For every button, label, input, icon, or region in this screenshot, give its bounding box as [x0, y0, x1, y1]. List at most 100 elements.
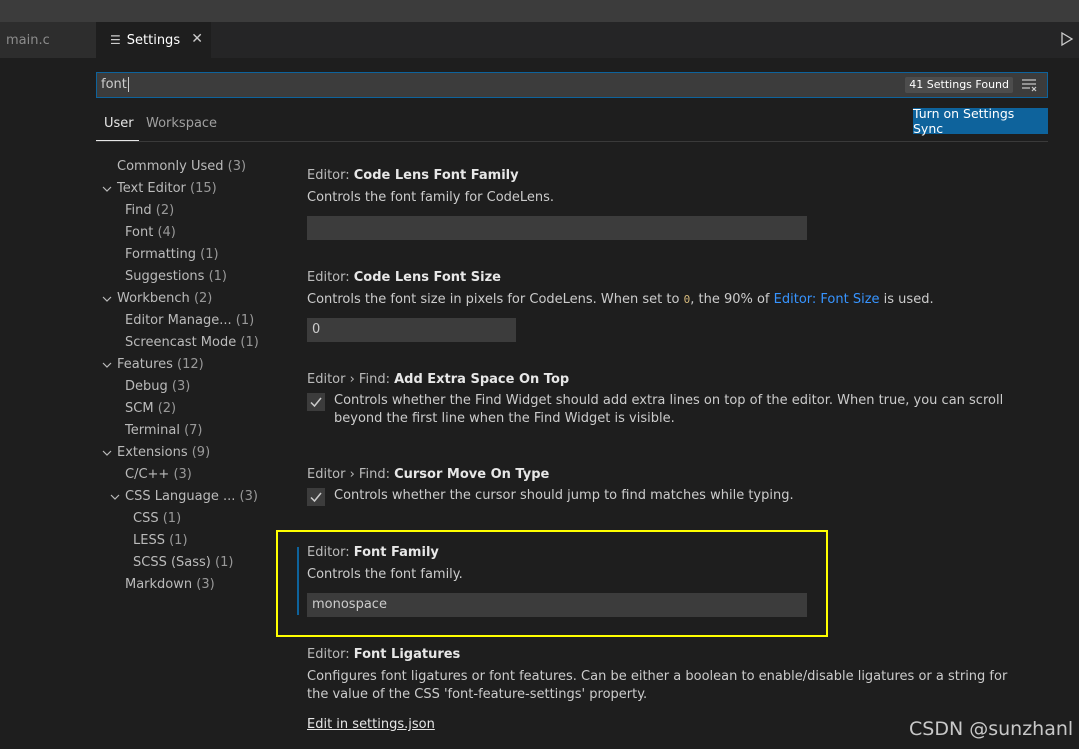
setting-name: Code Lens Font Size: [353, 270, 501, 285]
toc-count: (1): [162, 511, 182, 526]
toc-count: (1): [240, 335, 259, 350]
toc-item-extensions[interactable]: Extensions (9): [117, 442, 210, 464]
setting-category: Editor:: [307, 270, 354, 285]
toc-count: (3): [196, 577, 215, 592]
setting-title: Editor: Code Lens Font Size: [307, 270, 1027, 285]
search-input[interactable]: font: [101, 77, 801, 92]
setting-title: Editor: Font Ligatures: [307, 647, 1027, 662]
setting-name: Code Lens Font Family: [353, 168, 519, 183]
tab-user[interactable]: User: [104, 116, 134, 131]
settings-search-box[interactable]: font 41 Settings Found: [96, 72, 1048, 98]
setting-description: Configures font ligatures or font featur…: [307, 669, 1008, 702]
toc-label: Extensions: [117, 445, 188, 460]
toc-label: C/C++: [125, 467, 170, 482]
toc-label: SCSS (Sass): [133, 555, 211, 570]
setting-name: Cursor Move On Type: [394, 467, 550, 482]
toc-count: (3): [173, 467, 192, 482]
chevron-down-icon[interactable]: [102, 448, 112, 458]
toc-item-terminal[interactable]: Terminal (7): [125, 420, 203, 442]
results-count-badge: 41 Settings Found: [905, 77, 1013, 93]
filter-icon[interactable]: [1021, 78, 1037, 92]
setting-font-family: Editor: Font Family Controls the font fa…: [307, 545, 1027, 617]
tab-main-c-label: main.c: [6, 32, 50, 48]
watermark: CSDN @sunzhanl: [909, 718, 1074, 740]
tab-settings[interactable]: ☰ Settings ✕: [96, 22, 211, 58]
tab-main-c[interactable]: main.c: [0, 22, 96, 58]
tab-workspace[interactable]: Workspace: [146, 116, 217, 131]
font-family-input[interactable]: monospace: [307, 593, 807, 617]
toc-item-scm[interactable]: SCM (2): [125, 398, 176, 420]
extra-space-checkbox[interactable]: [307, 393, 325, 411]
toc-item-workbench[interactable]: Workbench (2): [117, 288, 212, 310]
setting-category: Editor:: [307, 168, 354, 183]
setting-description: Controls whether the Find Widget should …: [334, 393, 1004, 426]
toc-label: Formatting: [125, 247, 197, 262]
edit-in-settings-json-link[interactable]: Edit in settings.json: [307, 717, 435, 732]
codelens-font-size-input[interactable]: 0: [307, 318, 516, 342]
settings-sync-button[interactable]: Turn on Settings Sync: [913, 106, 1048, 136]
toc-item-suggestions[interactable]: Suggestions (1): [125, 266, 227, 288]
toc-label: Editor Manage...: [125, 313, 232, 328]
toc-label: Markdown: [125, 577, 193, 592]
toc-label: Text Editor: [117, 181, 186, 196]
setting-description: Controls the font family for CodeLens.: [307, 190, 555, 205]
toc-count: (2): [155, 203, 175, 218]
chevron-down-icon[interactable]: [102, 294, 112, 304]
chevron-down-icon[interactable]: [102, 360, 112, 370]
toc-label: Debug: [125, 379, 168, 394]
setting-category: Editor:: [307, 545, 354, 560]
toc-count: (2): [157, 401, 177, 416]
setting-name: Font Ligatures: [353, 647, 461, 662]
toc-count: (1): [235, 313, 255, 328]
setting-description: Controls the font family.: [307, 567, 463, 582]
toc-label: Find: [125, 203, 152, 218]
toc-label: Features: [117, 357, 173, 372]
run-icon[interactable]: [1059, 31, 1075, 47]
toc-item-features[interactable]: Features (12): [117, 354, 204, 376]
cursor-move-checkbox[interactable]: [307, 488, 325, 506]
toc-item-find[interactable]: Find (2): [125, 200, 174, 222]
text-cursor: [127, 77, 129, 92]
toc-label: Terminal: [125, 423, 180, 438]
toc-item-editor-management[interactable]: Editor Manage... (1): [125, 310, 254, 332]
check-icon: [310, 397, 322, 408]
toc-item-screencast-mode[interactable]: Screencast Mode (1): [125, 332, 259, 354]
toc-item-scss[interactable]: SCSS (Sass) (1): [133, 552, 233, 574]
toc-item-css[interactable]: CSS (1): [133, 508, 181, 530]
setting-codelens-font-family: Editor: Code Lens Font Family Controls t…: [307, 168, 1027, 240]
toc-item-formatting[interactable]: Formatting (1): [125, 244, 219, 266]
chevron-down-icon[interactable]: [110, 492, 120, 502]
toc-label: SCM: [125, 401, 154, 416]
toc-count: (1): [169, 533, 188, 548]
toc-label: Screencast Mode: [125, 335, 237, 350]
desc-text: is used.: [879, 292, 934, 307]
toc-item-markdown[interactable]: Markdown (3): [125, 574, 215, 596]
chevron-down-icon[interactable]: [102, 184, 112, 194]
toc-item-css-language[interactable]: CSS Language ... (3): [125, 486, 258, 508]
divider: [96, 141, 1048, 142]
toc-item-debug[interactable]: Debug (3): [125, 376, 190, 398]
toc-label: LESS: [133, 533, 165, 548]
toc-item-font[interactable]: Font (4): [125, 222, 176, 244]
editor-tab-strip: main.c ☰ Settings ✕: [0, 22, 1079, 58]
toc-count: (15): [190, 181, 217, 196]
toc-item-less[interactable]: LESS (1): [133, 530, 188, 552]
toc-label: CSS Language ...: [125, 489, 236, 504]
toc-label: Commonly Used: [117, 159, 224, 174]
toc-item-text-editor[interactable]: Text Editor (15): [117, 178, 217, 200]
tab-settings-label: Settings: [126, 32, 181, 48]
setting-category: Editor › Find:: [307, 467, 395, 482]
setting-find-extra-space: Editor › Find: Add Extra Space On Top Co…: [307, 372, 1027, 432]
editor-font-size-link[interactable]: Editor: Font Size: [774, 292, 880, 307]
toc-label: Workbench: [117, 291, 190, 306]
toc-item-commonly-used[interactable]: Commonly Used (3): [117, 156, 246, 178]
setting-title: Editor: Font Family: [307, 545, 1027, 560]
codelens-font-family-input[interactable]: [307, 216, 807, 240]
toc-item-cpp[interactable]: C/C++ (3): [125, 464, 192, 486]
check-icon: [310, 492, 322, 503]
close-icon[interactable]: ✕: [191, 31, 203, 47]
toc-count: (2): [193, 291, 213, 306]
title-bar: [0, 0, 1079, 22]
toc-count: (3): [239, 489, 258, 504]
toc-count: (12): [177, 357, 204, 372]
